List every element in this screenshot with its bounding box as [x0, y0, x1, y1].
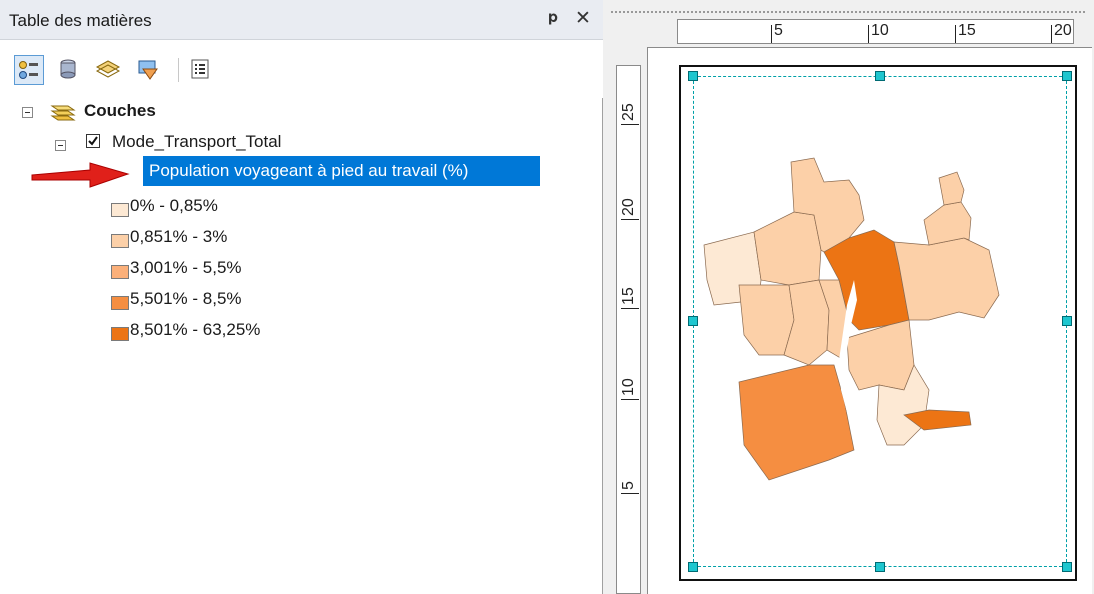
- map-region-ne-2: [938, 171, 965, 206]
- toc-title: Table des matières: [9, 11, 152, 30]
- resize-handle-left[interactable]: [688, 316, 698, 326]
- legend-swatch[interactable]: [111, 203, 129, 217]
- list-by-visibility-icon[interactable]: [94, 55, 124, 85]
- ruler-tick: [771, 25, 772, 43]
- legend-swatch[interactable]: [111, 234, 129, 248]
- ruler-label: 20: [1054, 22, 1072, 39]
- legend-class-label: 8,501% - 63,25%: [130, 320, 261, 339]
- ruler-tick: [868, 25, 869, 43]
- layers-group-icon: [46, 100, 76, 129]
- resize-handle-bottom-right[interactable]: [1062, 562, 1072, 572]
- ruler-label: 10: [620, 378, 637, 396]
- couches-collapse-toggle[interactable]: [22, 107, 33, 118]
- ruler-tick: [621, 124, 639, 125]
- resize-handle-top-right[interactable]: [1062, 71, 1072, 81]
- ruler-label: 5: [620, 481, 637, 490]
- resize-handle-bottom[interactable]: [875, 562, 885, 572]
- layout-title-grip: [611, 11, 1087, 13]
- layers-root-label[interactable]: Couches: [84, 101, 156, 121]
- ruler-label: 25: [620, 103, 637, 121]
- ruler-label: 10: [871, 22, 889, 39]
- legend-class-label: 5,501% - 8,5%: [130, 289, 242, 308]
- horizontal-ruler[interactable]: 5 10 15 20: [677, 19, 1074, 44]
- layer-collapse-toggle[interactable]: [55, 140, 66, 151]
- list-by-drawing-order-icon[interactable]: [14, 55, 44, 85]
- resize-handle-top-left[interactable]: [688, 71, 698, 81]
- ruler-label: 15: [620, 287, 637, 305]
- choropleth-map[interactable]: [699, 150, 1009, 495]
- map-region-south-west: [738, 364, 855, 481]
- toolbar-separator: [178, 58, 179, 82]
- legend-class-label: 0,851% - 3%: [130, 227, 228, 246]
- map-region-north-west: [753, 211, 822, 286]
- ruler-tick: [955, 25, 956, 43]
- table-of-contents-panel: Table des matières 𝐩 ✕ Couches Mode_Tran…: [0, 0, 603, 594]
- layer-visibility-checkbox[interactable]: [86, 134, 100, 148]
- resize-handle-right[interactable]: [1062, 316, 1072, 326]
- ruler-tick: [621, 219, 639, 220]
- legend-class-label: 0% - 0,85%: [130, 196, 218, 215]
- field-heading-label: Population voyageant à pied au travail (…: [149, 161, 469, 180]
- ruler-tick: [621, 493, 639, 494]
- ruler-tick: [1051, 25, 1052, 43]
- ruler-tick: [621, 399, 639, 400]
- map-region-east: [893, 237, 1000, 321]
- layer-name[interactable]: Mode_Transport_Total: [112, 132, 281, 152]
- pin-icon[interactable]: 𝐩: [548, 9, 558, 27]
- red-arrow-icon: [30, 160, 130, 195]
- field-heading-selected[interactable]: Population voyageant à pied au travail (…: [143, 156, 540, 186]
- ruler-label: 20: [620, 198, 637, 216]
- map-region-west-1: [738, 284, 795, 356]
- legend-swatch[interactable]: [111, 327, 129, 341]
- map-region-south-center: [846, 319, 915, 391]
- ruler-label: 15: [958, 22, 976, 39]
- legend-swatch[interactable]: [111, 265, 129, 279]
- toc-title-bar: Table des matières 𝐩 ✕: [0, 0, 603, 40]
- toc-toolbar: [0, 40, 603, 98]
- close-icon[interactable]: ✕: [575, 7, 591, 30]
- vertical-ruler[interactable]: 25 20 15 10 5: [616, 65, 641, 594]
- resize-handle-bottom-left[interactable]: [688, 562, 698, 572]
- resize-handle-top[interactable]: [875, 71, 885, 81]
- list-by-selection-icon[interactable]: [134, 55, 164, 85]
- ruler-tick: [621, 308, 639, 309]
- legend-class-label: 3,001% - 5,5%: [130, 258, 242, 277]
- options-icon[interactable]: [186, 55, 216, 85]
- ruler-label: 5: [774, 22, 783, 39]
- legend-swatch[interactable]: [111, 296, 129, 310]
- list-by-source-icon[interactable]: [54, 55, 84, 85]
